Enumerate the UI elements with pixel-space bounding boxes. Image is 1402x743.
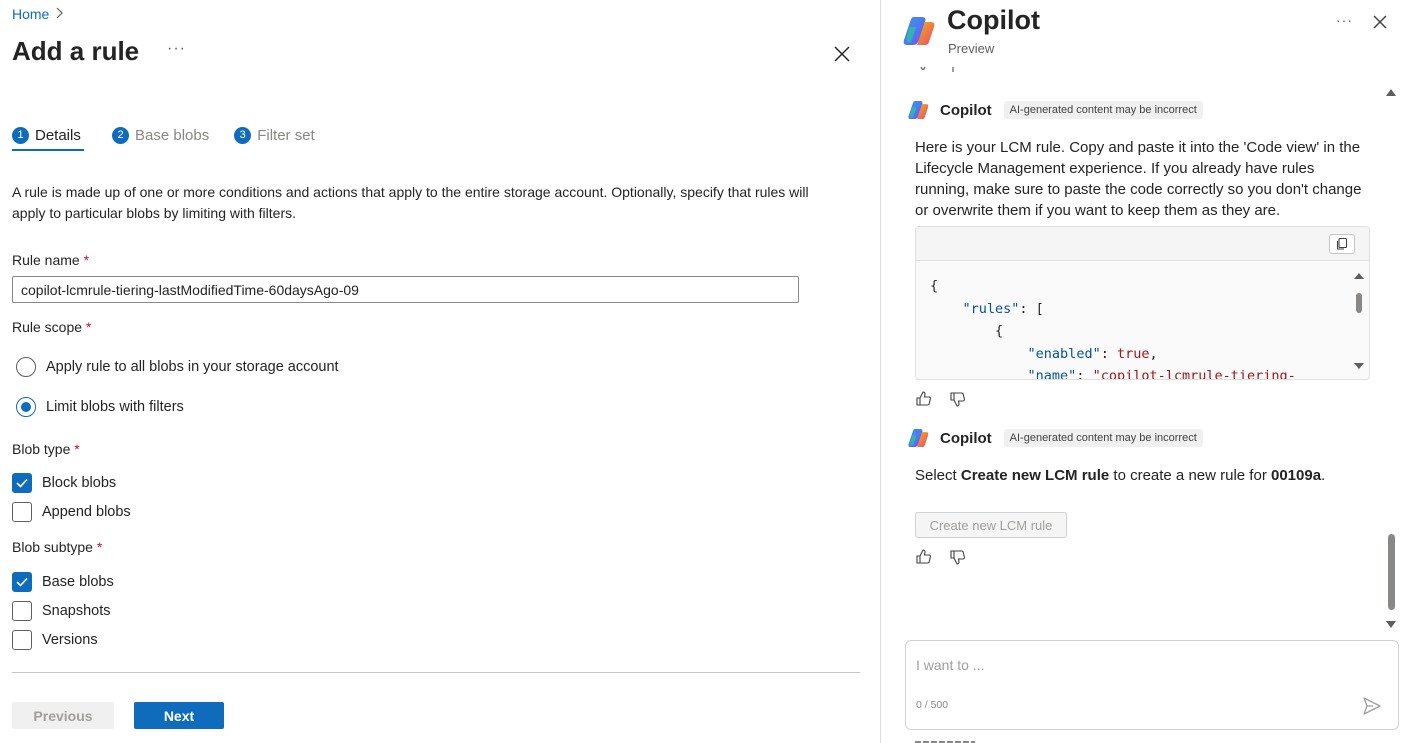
copilot-logo-icon: [903, 14, 937, 48]
checkbox-label: Block blobs: [42, 475, 117, 491]
thumbs-up-icon[interactable]: [915, 548, 933, 571]
checkbox-label: Snapshots: [42, 603, 111, 619]
step-label: Base blobs: [135, 126, 210, 144]
previous-button[interactable]: Previous: [12, 702, 114, 729]
versions-checkbox[interactable]: Versions: [12, 630, 98, 650]
message-header: Copilot AI-generated content may be inco…: [908, 427, 1203, 449]
ai-disclaimer-badge: AI-generated content may be incorrect: [1003, 101, 1203, 119]
step-number: 2: [112, 126, 129, 144]
code-block-header: [916, 227, 1369, 261]
create-lcm-rule-button[interactable]: Create new LCM rule: [915, 512, 1067, 538]
tab-base-blobs[interactable]: 2 Base blobs: [112, 120, 209, 150]
snapshots-checkbox[interactable]: Snapshots: [12, 601, 111, 621]
code-block: { "rules": [ { "enabled": true, "name": …: [915, 226, 1370, 380]
thumbs-down-icon[interactable]: [949, 548, 967, 571]
chat-scrollbar[interactable]: [1385, 86, 1397, 632]
radio-label: Apply rule to all blobs in your storage …: [46, 359, 339, 375]
chevron-right-icon: [55, 7, 64, 22]
checkbox[interactable]: [12, 601, 32, 621]
add-rule-pane: Home Add a rule ··· 1 Details 2 Base blo…: [0, 0, 880, 743]
rule-name-input[interactable]: [12, 276, 799, 303]
message-author: Copilot: [940, 429, 992, 447]
copilot-avatar-icon: [908, 427, 930, 449]
checkbox-label: Base blobs: [42, 574, 114, 590]
feedback-buttons: [915, 390, 967, 413]
append-blobs-checkbox[interactable]: Append blobs: [12, 502, 131, 522]
thumbs-up-icon[interactable]: [915, 390, 933, 413]
radio-label: Limit blobs with filters: [46, 399, 184, 415]
message-author: Copilot: [940, 101, 992, 119]
wizard-steps: 1 Details 2 Base blobs 3 Filter set: [12, 120, 315, 151]
ai-disclaimer-badge: AI-generated content may be incorrect: [1003, 429, 1203, 447]
step-number: 1: [12, 126, 29, 144]
message-header: Copilot AI-generated content may be inco…: [908, 99, 1203, 121]
breadcrumb-home-link[interactable]: Home: [12, 6, 49, 22]
message-text: Select Create new LCM rule to create a n…: [915, 467, 1326, 484]
copilot-subtitle: Preview: [948, 41, 995, 56]
rule-description: A rule is made up of one or more conditi…: [12, 184, 809, 221]
checkbox-label: Versions: [42, 632, 98, 648]
base-blobs-checkbox[interactable]: Base blobs: [12, 572, 114, 592]
copy-icon[interactable]: [1329, 234, 1355, 254]
message-text: Here is your LCM rule. Copy and paste it…: [915, 139, 1362, 219]
breadcrumb: Home: [12, 6, 64, 22]
rule-name-label: Rule name *: [12, 252, 90, 268]
copilot-more-button[interactable]: ···: [1336, 12, 1353, 28]
page-title: Add a rule: [12, 36, 140, 66]
radio-button[interactable]: [16, 357, 36, 377]
send-icon[interactable]: [1361, 695, 1383, 717]
copilot-panel: Copilot Preview ··· Copilot AI-generated…: [881, 0, 1402, 743]
rule-scope-label: Rule scope *: [12, 319, 92, 335]
radio-button-selected[interactable]: [16, 397, 36, 417]
chat-input-box[interactable]: 0 / 500: [905, 640, 1399, 730]
close-icon[interactable]: [1371, 13, 1389, 31]
blob-subtype-label: Blob subtype *: [12, 539, 103, 555]
next-button[interactable]: Next: [134, 702, 224, 729]
more-options-button[interactable]: ···: [167, 40, 186, 58]
truncated-content: [915, 737, 975, 743]
scope-filter-radio[interactable]: Limit blobs with filters: [16, 397, 184, 417]
footer-divider: [12, 672, 860, 673]
tab-filter-set[interactable]: 3 Filter set: [234, 120, 315, 150]
thumbs-down-icon[interactable]: [949, 390, 967, 413]
step-label: Filter set: [257, 126, 315, 144]
feedback-buttons: [915, 548, 967, 571]
step-label: Details: [35, 126, 81, 144]
blob-type-label: Blob type *: [12, 441, 80, 457]
scope-all-radio[interactable]: Apply rule to all blobs in your storage …: [16, 357, 339, 377]
checkbox[interactable]: [12, 630, 32, 650]
code-scrollbar[interactable]: [1353, 271, 1365, 375]
character-count: 0 / 500: [916, 699, 949, 711]
checkmark-icon[interactable]: [12, 572, 32, 592]
tab-details[interactable]: 1 Details: [12, 120, 84, 151]
chat-input[interactable]: [916, 657, 1336, 673]
checkbox[interactable]: [12, 502, 32, 522]
copilot-title: Copilot: [947, 5, 1040, 35]
copilot-avatar-icon: [908, 99, 930, 121]
truncated-content: [919, 66, 959, 76]
checkbox-label: Append blobs: [42, 504, 131, 520]
step-number: 3: [234, 126, 252, 144]
code-content[interactable]: { "rules": [ { "enabled": true, "name": …: [916, 261, 1369, 379]
block-blobs-checkbox[interactable]: Block blobs: [12, 473, 116, 493]
close-icon[interactable]: [831, 43, 853, 65]
checkmark-icon[interactable]: [12, 473, 32, 493]
